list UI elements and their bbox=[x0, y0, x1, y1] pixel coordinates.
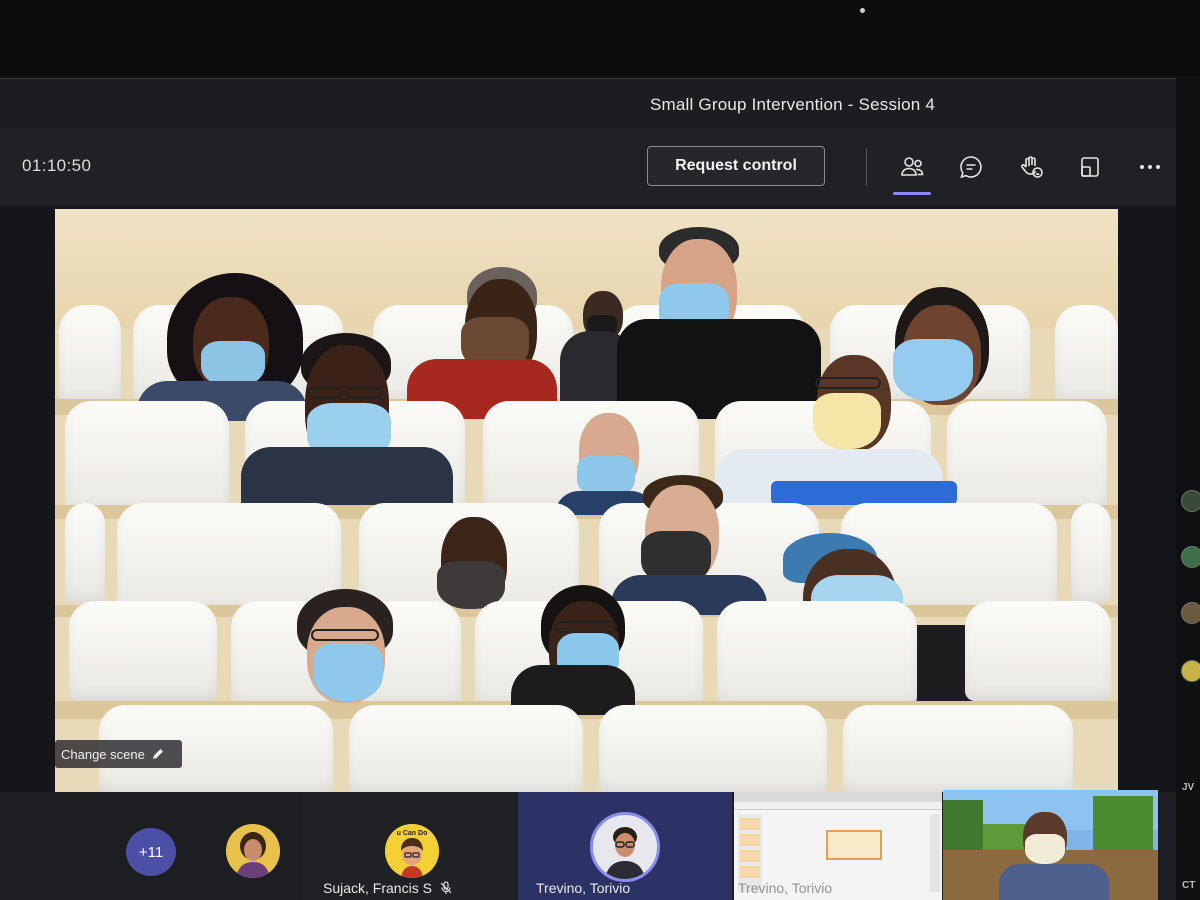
side-initials: CT bbox=[1182, 880, 1196, 891]
more-options-icon[interactable] bbox=[1132, 150, 1168, 184]
side-initials: JV bbox=[1182, 782, 1195, 793]
side-panel-edge bbox=[1176, 78, 1200, 900]
participant-avatar bbox=[590, 812, 660, 882]
active-tab-indicator bbox=[893, 192, 931, 195]
meeting-timer: 01:10:50 bbox=[22, 156, 92, 175]
participant-name: Trevino, Torivio bbox=[536, 880, 631, 896]
browser-toolbar bbox=[734, 792, 942, 802]
seat bbox=[1055, 305, 1118, 405]
change-scene-button[interactable]: Change scene bbox=[55, 740, 182, 768]
current-slide bbox=[826, 830, 882, 860]
seat bbox=[69, 601, 217, 701]
more-participants-badge[interactable]: +11 bbox=[126, 828, 176, 876]
request-control-button[interactable]: Request control bbox=[647, 146, 825, 186]
seat bbox=[349, 705, 583, 792]
seat bbox=[947, 401, 1107, 513]
change-scene-label: Change scene bbox=[61, 746, 145, 762]
mic-off-icon bbox=[440, 881, 452, 894]
side-avatar[interactable] bbox=[1181, 660, 1200, 682]
seat bbox=[965, 601, 1111, 701]
camera-dot bbox=[860, 8, 865, 13]
participant-name: Trevino, Torivio bbox=[738, 880, 833, 896]
participant-avatar[interactable] bbox=[226, 824, 280, 878]
seat bbox=[843, 705, 1073, 792]
seat bbox=[59, 305, 121, 405]
person-body bbox=[999, 864, 1109, 900]
side-avatar[interactable] bbox=[1181, 546, 1200, 568]
meeting-toolbar: 01:10:50 Request control bbox=[0, 128, 1176, 206]
slide-thumb bbox=[740, 850, 760, 862]
share-tray-icon[interactable] bbox=[1072, 150, 1108, 184]
toolbar-divider bbox=[866, 148, 867, 186]
slide-thumb bbox=[740, 818, 760, 830]
block-tree bbox=[1093, 796, 1153, 850]
shared-screen-thumbnail[interactable]: Trevino, Torivio bbox=[734, 792, 942, 900]
side-avatar[interactable] bbox=[1181, 490, 1200, 512]
teams-meeting-window: Small Group Intervention - Session 4 01:… bbox=[0, 0, 1200, 900]
chat-icon[interactable] bbox=[953, 150, 989, 184]
video-thumbnail[interactable] bbox=[943, 790, 1158, 900]
person-mask bbox=[1025, 834, 1065, 864]
slide-thumb bbox=[740, 866, 760, 878]
meeting-title: Small Group Intervention - Session 4 bbox=[650, 95, 936, 114]
people-icon[interactable] bbox=[894, 150, 930, 184]
seat bbox=[1071, 503, 1111, 603]
participant-photo-icon bbox=[226, 824, 280, 878]
slides-menubar bbox=[734, 802, 942, 810]
participant-tile[interactable]: u Can Do Sujack, Francis S bbox=[303, 792, 517, 900]
slides-sidepanel bbox=[930, 814, 940, 892]
pencil-icon bbox=[152, 749, 163, 759]
seat bbox=[65, 401, 229, 513]
participant-photo-icon bbox=[593, 815, 657, 879]
seat bbox=[599, 705, 827, 792]
monitor-bezel bbox=[0, 0, 1200, 76]
raise-hand-icon[interactable] bbox=[1013, 150, 1049, 184]
seat bbox=[717, 601, 917, 707]
seat bbox=[117, 503, 341, 613]
together-mode-video[interactable] bbox=[55, 209, 1118, 792]
title-bar: Small Group Intervention - Session 4 bbox=[0, 78, 1176, 128]
participant-tile-active[interactable]: Trevino, Torivio bbox=[518, 792, 732, 900]
avatar-caption: u Can Do bbox=[396, 830, 428, 837]
seat bbox=[65, 503, 105, 603]
block-tree bbox=[943, 800, 983, 850]
slide-thumb bbox=[740, 834, 760, 846]
participant-name: Sujack, Francis S bbox=[323, 880, 432, 896]
side-avatar[interactable] bbox=[1181, 602, 1200, 624]
participant-avatar: u Can Do bbox=[385, 824, 439, 878]
